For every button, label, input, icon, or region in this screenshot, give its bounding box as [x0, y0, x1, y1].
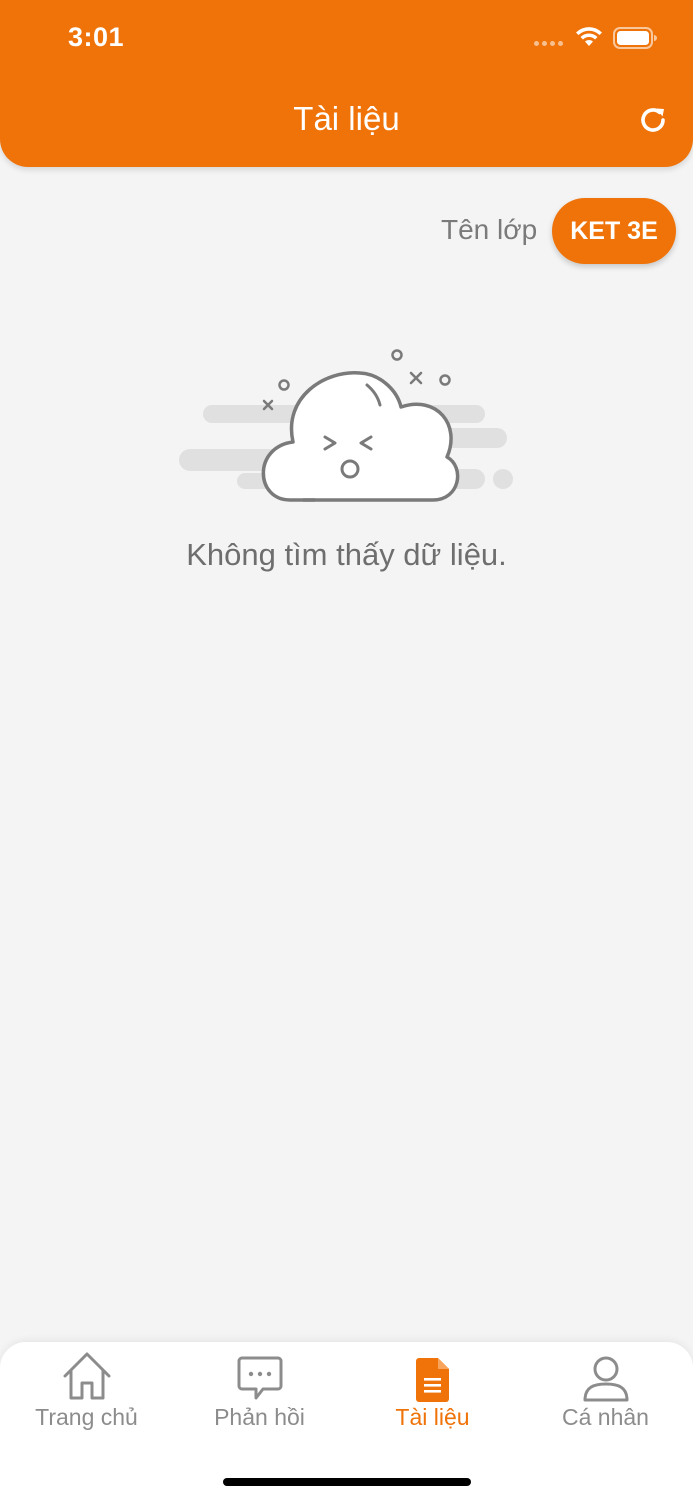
battery-icon — [613, 27, 657, 49]
class-name-label: Tên lớp — [441, 214, 538, 245]
refresh-button[interactable] — [634, 101, 672, 139]
nav-item-profile[interactable]: Cá nhân — [519, 1350, 692, 1442]
home-icon — [63, 1352, 110, 1400]
nav-label-documents: Tài liệu — [395, 1404, 470, 1430]
screen: 3:01 Tài liệu Tên lớp KET 3E Không tìm t… — [0, 0, 693, 1500]
chat-icon — [237, 1356, 282, 1400]
app-header: 3:01 Tài liệu — [0, 0, 693, 167]
nav-label-feedback: Phản hồi — [214, 1404, 305, 1430]
refresh-icon — [641, 108, 665, 132]
bottom-navigation: Trang chủ Phản hồi Tài liệu Cá nhân — [0, 1342, 693, 1500]
nav-item-documents[interactable]: Tài liệu — [346, 1350, 519, 1442]
home-indicator[interactable] — [223, 1478, 471, 1486]
wifi-icon — [576, 27, 602, 46]
nav-item-home[interactable]: Trang chủ — [0, 1350, 173, 1442]
class-selector-button[interactable]: KET 3E — [552, 198, 676, 264]
nav-label-profile: Cá nhân — [562, 1404, 649, 1430]
document-icon — [415, 1358, 449, 1402]
status-time: 3:01 — [68, 22, 125, 52]
nav-label-home: Trang chủ — [35, 1404, 138, 1430]
empty-cloud-icon — [179, 349, 513, 502]
page-title: Tài liệu — [293, 100, 400, 137]
empty-state-message: Không tìm thấy dữ liệu. — [186, 537, 507, 572]
person-icon — [583, 1356, 628, 1402]
nav-item-feedback[interactable]: Phản hồi — [173, 1350, 346, 1442]
cellular-signal-icon — [534, 41, 563, 46]
